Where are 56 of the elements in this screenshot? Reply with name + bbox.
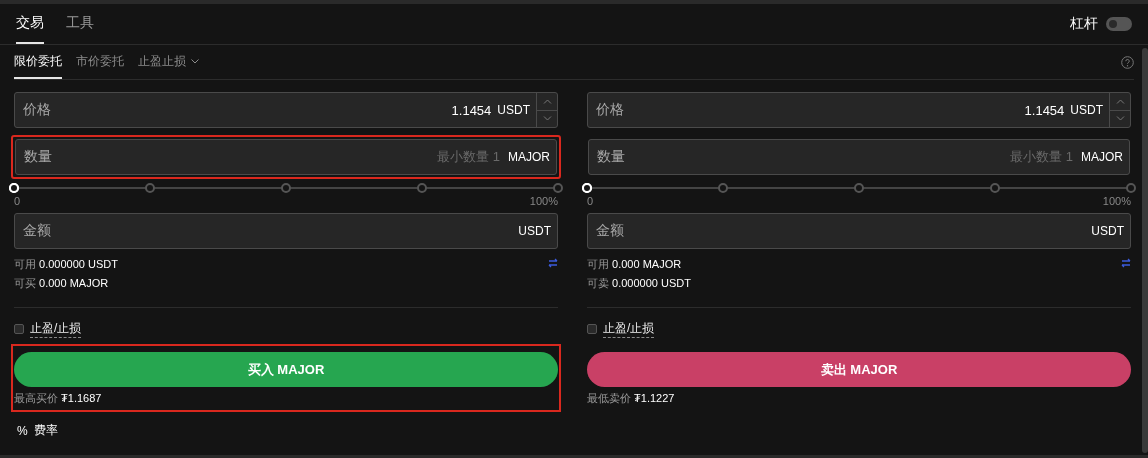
sell-button[interactable]: 卖出 MAJOR — [587, 352, 1131, 387]
tab[interactable]: 工具 — [66, 4, 94, 44]
swap-icon[interactable] — [1121, 258, 1131, 268]
field-label: 金额 — [23, 222, 51, 240]
amount-field[interactable]: 金额 USDT — [587, 213, 1131, 249]
placeholder: 最小数量 1 — [437, 148, 500, 166]
best-price-text: 最低卖价 ₮1.1227 — [587, 391, 676, 406]
tpsl-label[interactable]: 止盈/止损 — [603, 320, 655, 338]
unit-label: MAJOR — [508, 150, 550, 164]
price-field[interactable]: 价格 1.1454 USDT — [14, 92, 558, 128]
tpsl-label[interactable]: 止盈/止损 — [30, 320, 82, 338]
chevron-up-icon — [1115, 98, 1125, 104]
price-field[interactable]: 价格 1.1454 USDT — [587, 92, 1131, 128]
percent-icon: % — [17, 423, 28, 438]
checkbox[interactable] — [14, 324, 24, 334]
leverage-toggle[interactable] — [1106, 17, 1132, 31]
unit-label: USDT — [1091, 224, 1124, 238]
unit-label: USDT — [518, 224, 551, 238]
best-price-text: 最高买价 ₮1.1687 — [14, 391, 103, 406]
balance-text: 可买 0.000 MAJOR — [14, 276, 110, 291]
order-type-tab[interactable]: 限价委托 — [14, 45, 62, 79]
help-icon[interactable] — [1121, 55, 1134, 69]
balance-text: 可用 0.000 MAJOR — [587, 257, 683, 272]
amount-field[interactable]: 金额 USDT — [14, 213, 558, 249]
unit-label: USDT — [1070, 103, 1103, 117]
balance-text: 可卖 0.000000 USDT — [587, 276, 691, 291]
field-label: 金额 — [596, 222, 624, 240]
quantity-slider[interactable] — [9, 183, 563, 193]
checkbox[interactable] — [587, 324, 597, 334]
unit-label: MAJOR — [1081, 150, 1123, 164]
chevron-down-icon — [542, 116, 552, 122]
fee-link[interactable]: 费率 — [33, 422, 58, 439]
placeholder: 最小数量 1 — [1010, 148, 1073, 166]
price-value: 1.1454 — [451, 102, 492, 118]
leverage-label: 杠杆 — [1070, 15, 1098, 33]
field-label: 价格 — [23, 101, 51, 119]
slider-max-label: 100% — [1102, 195, 1131, 207]
quantity-slider[interactable] — [582, 183, 1136, 193]
price-value: 1.1454 — [1024, 102, 1065, 118]
field-label: 数量 — [597, 148, 625, 166]
swap-icon[interactable] — [548, 258, 558, 268]
slider-min-label: 0 — [14, 195, 21, 207]
slider-min-label: 0 — [587, 195, 594, 207]
tab[interactable]: 交易 — [16, 4, 44, 44]
quantity-field[interactable]: 数量 最小数量 1 MAJOR — [15, 139, 557, 175]
order-type-tab[interactable]: 市价委托 — [76, 45, 124, 79]
scrollbar[interactable] — [1142, 48, 1148, 453]
field-label: 数量 — [24, 148, 52, 166]
quantity-field[interactable]: 数量 最小数量 1 MAJOR — [588, 139, 1130, 175]
slider-max-label: 100% — [529, 195, 558, 207]
balance-text: 可用 0.000000 USDT — [14, 257, 118, 272]
field-label: 价格 — [596, 101, 624, 119]
chevron-down-icon — [1115, 116, 1125, 122]
unit-label: USDT — [497, 103, 530, 117]
chevron-up-icon — [542, 98, 552, 104]
order-type-tab[interactable]: 止盈止损 — [138, 45, 199, 79]
